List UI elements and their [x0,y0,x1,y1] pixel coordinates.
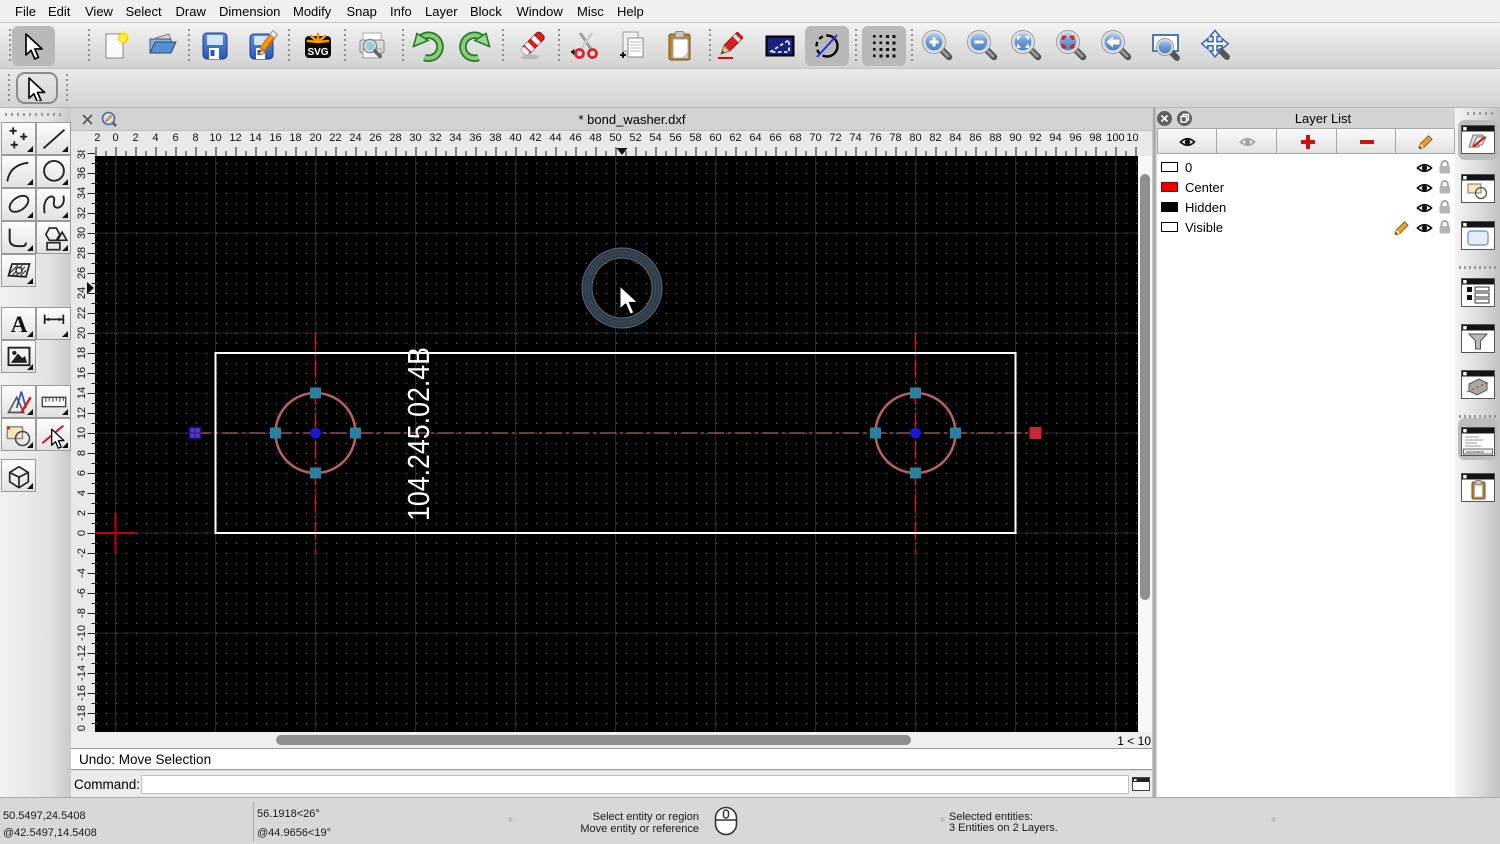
svg-text:104.245.02.4B: 104.245.02.4B [401,347,436,521]
svg-text:command: command [1466,449,1484,454]
svg-text:A: A [11,312,28,338]
svg-text:SVG: SVG [307,47,328,58]
